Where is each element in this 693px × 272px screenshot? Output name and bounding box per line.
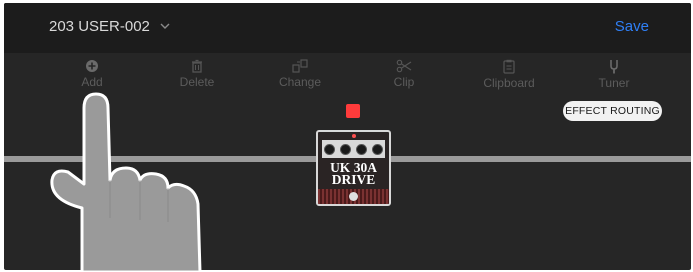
save-button[interactable]: Save [615, 18, 649, 35]
chevron-down-icon[interactable] [159, 20, 171, 32]
preset-name[interactable]: 203 USER-002 [49, 18, 150, 35]
trash-icon [192, 59, 202, 73]
clipboard-icon [503, 59, 515, 74]
pedal-knob [371, 143, 383, 155]
add-icon [86, 60, 98, 72]
pedal-footswitch [349, 192, 358, 201]
add-button[interactable]: Add [57, 59, 127, 89]
delete-label: Delete [179, 75, 215, 89]
pedal-knobs [322, 140, 385, 158]
scissors-icon [396, 59, 412, 73]
effect-pedal[interactable]: UK 30A DRIVE [316, 130, 391, 206]
tuner-button[interactable]: Tuner [579, 59, 649, 90]
pointing-hand-icon [50, 92, 202, 272]
pedal-knob [340, 143, 352, 155]
delete-button[interactable]: Delete [162, 59, 232, 89]
pedal-knob [355, 143, 367, 155]
change-button[interactable]: Change [265, 59, 335, 89]
pedal-led [352, 134, 356, 138]
change-label: Change [278, 75, 322, 89]
clipboard-label: Clipboard [483, 76, 535, 90]
tuner-label: Tuner [598, 76, 630, 90]
clipboard-button[interactable]: Clipboard [474, 59, 544, 90]
tuner-fork-icon [610, 60, 618, 74]
header-bar: 203 USER-002 Save [4, 3, 691, 53]
change-icon [292, 59, 308, 73]
pedal-name-line2: DRIVE [331, 172, 376, 187]
effect-on-indicator[interactable] [346, 104, 360, 118]
effect-routing-button[interactable]: EFFECT ROUTING [563, 101, 662, 121]
pedal-name: UK 30A DRIVE [320, 161, 387, 187]
pedal-knob [324, 143, 336, 155]
clip-label: Clip [393, 75, 415, 89]
clip-button[interactable]: Clip [369, 59, 439, 89]
add-label: Add [81, 75, 103, 89]
